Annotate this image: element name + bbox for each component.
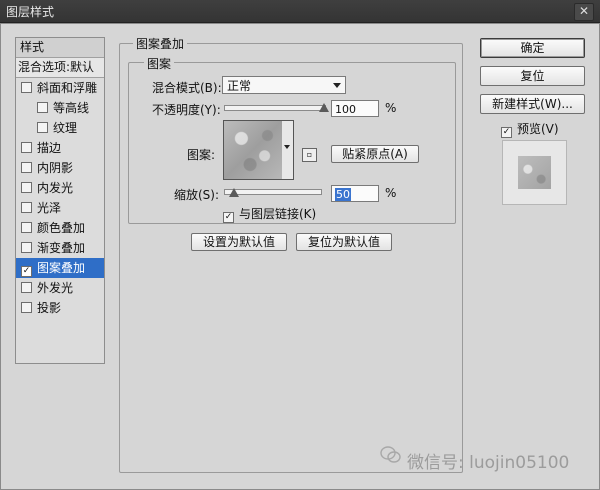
scale-input[interactable]: 50 [331, 185, 379, 202]
ok-button[interactable]: 确定 [480, 38, 585, 58]
opacity-percent: % [385, 101, 397, 115]
link-with-layer-label: 与图层链接(K) [239, 207, 317, 221]
style-item[interactable]: 外发光 [16, 278, 104, 298]
style-item[interactable]: 内阴影 [16, 158, 104, 178]
watermark-text: 微信号: luojin05100 [407, 453, 570, 473]
style-preview [502, 140, 567, 205]
group-title: 图案叠加 [133, 35, 188, 52]
opacity-value: 100 [335, 103, 356, 116]
style-item-label: 内阴影 [37, 161, 74, 175]
style-item-checkbox[interactable] [21, 142, 32, 153]
opacity-slider-thumb[interactable] [319, 103, 329, 112]
style-item-checkbox[interactable] [37, 122, 48, 133]
blend-mode-value: 正常 [227, 79, 252, 93]
style-item[interactable]: 描边 [16, 138, 104, 158]
scale-slider-track[interactable] [224, 189, 322, 195]
ok-label: 确定 [520, 41, 545, 55]
blend-options-item[interactable]: 混合选项:默认 [16, 58, 104, 78]
style-item-label: 内发光 [37, 181, 74, 195]
style-item[interactable]: 内发光 [16, 178, 104, 198]
style-item[interactable]: 颜色叠加 [16, 218, 104, 238]
new-preset-button[interactable]: ▫ [302, 148, 317, 162]
reset-default-button[interactable]: 复位为默认值 [296, 233, 392, 251]
new-pattern-icon: ▫ [306, 150, 313, 159]
reset-default-label: 复位为默认值 [307, 235, 380, 249]
opacity-input[interactable]: 100 [331, 100, 379, 117]
scale-label: 缩放(S): [174, 188, 220, 202]
link-with-layer-check[interactable]: ✓ [223, 212, 234, 223]
style-item-label: 渐变叠加 [37, 241, 86, 255]
style-item-checkbox[interactable] [21, 182, 32, 193]
style-item[interactable]: 投影 [16, 298, 104, 318]
style-items: 斜面和浮雕等高线纹理描边内阴影内发光光泽颜色叠加渐变叠加 ✓ 图案叠加外发光投影 [16, 78, 104, 318]
snap-to-origin-label: 贴紧原点(A) [342, 147, 408, 161]
style-item[interactable]: 斜面和浮雕 [16, 78, 104, 98]
scale-slider-thumb[interactable] [228, 188, 239, 197]
style-item-label: 光泽 [37, 201, 62, 215]
new-style-button[interactable]: 新建样式(W)... [480, 94, 585, 114]
style-item[interactable]: 纹理 [16, 118, 104, 138]
make-default-button[interactable]: 设置为默认值 [191, 233, 287, 251]
style-item-label: 投影 [37, 301, 62, 315]
style-item-checkbox[interactable] [21, 302, 32, 313]
style-item-checkbox[interactable] [21, 162, 32, 173]
style-item[interactable]: 等高线 [16, 98, 104, 118]
reset-button[interactable]: 复位 [480, 66, 585, 86]
style-item-checkbox[interactable] [21, 242, 32, 253]
link-with-layer-checkbox[interactable]: ✓ 与图层链接(K) [223, 205, 316, 223]
close-button[interactable]: ✕ [574, 3, 594, 21]
wechat-icon [380, 446, 401, 463]
snap-to-origin-button[interactable]: 贴紧原点(A) [331, 145, 419, 163]
style-item-label: 等高线 [53, 101, 90, 115]
style-item-checkbox[interactable] [21, 282, 32, 293]
preview-check[interactable]: ✓ [501, 127, 512, 138]
preview-checkbox[interactable]: ✓ 预览(V) [501, 120, 559, 138]
style-item-checkbox[interactable] [37, 102, 48, 113]
window-title: 图层样式 [6, 5, 55, 19]
style-item[interactable]: 渐变叠加 [16, 238, 104, 258]
new-style-label: 新建样式(W)... [492, 97, 573, 111]
style-item-label: 外发光 [37, 281, 74, 295]
style-item[interactable]: ✓ 图案叠加 [16, 258, 104, 278]
opacity-label: 不透明度(Y): [152, 103, 221, 117]
reset-label: 复位 [520, 69, 545, 83]
close-icon: ✕ [578, 4, 590, 18]
style-item-label: 纹理 [53, 121, 78, 135]
style-item-checkbox[interactable] [21, 82, 32, 93]
scale-percent: % [385, 186, 397, 200]
make-default-label: 设置为默认值 [202, 235, 275, 249]
styles-header[interactable]: 样式 [16, 38, 104, 58]
style-item-label: 图案叠加 [37, 261, 86, 275]
style-item[interactable]: 光泽 [16, 198, 104, 218]
pattern-picker-dropdown[interactable] [282, 120, 294, 180]
style-item-label: 颜色叠加 [37, 221, 86, 235]
preview-label: 预览(V) [517, 122, 559, 136]
opacity-slider-track[interactable] [224, 105, 326, 111]
scale-value: 50 [335, 188, 351, 201]
chevron-down-icon [333, 83, 341, 88]
style-preview-swatch [518, 156, 551, 189]
style-item-label: 斜面和浮雕 [37, 81, 98, 95]
chevron-down-icon [284, 145, 290, 149]
style-item-checkbox[interactable]: ✓ [21, 266, 32, 277]
subgroup-title: 图案 [144, 55, 175, 72]
title-bar: 图层样式 ✕ [0, 0, 600, 23]
styles-list: 样式 混合选项:默认 斜面和浮雕等高线纹理描边内阴影内发光光泽颜色叠加渐变叠加 ✓… [15, 37, 105, 364]
style-item-checkbox[interactable] [21, 222, 32, 233]
pattern-swatch[interactable] [223, 120, 283, 180]
pattern-label: 图案: [187, 148, 216, 162]
blend-mode-select[interactable]: 正常 [222, 76, 346, 94]
style-item-checkbox[interactable] [21, 202, 32, 213]
blend-mode-label: 混合模式(B): [152, 81, 222, 95]
style-item-label: 描边 [37, 141, 62, 155]
